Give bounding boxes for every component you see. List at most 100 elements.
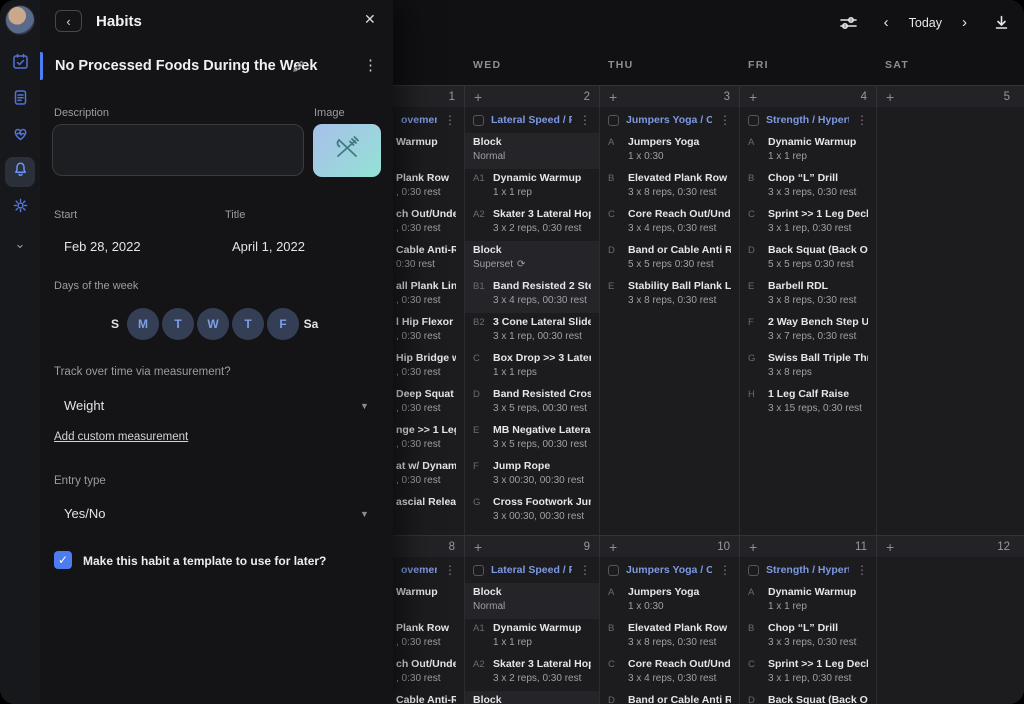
measurement-select[interactable]: Weight — [64, 398, 104, 413]
start-date-field[interactable]: Feb 28, 2022 — [64, 239, 141, 254]
exercise-row[interactable]: BElevated Plank Row3 x 8 reps, 0:30 rest — [600, 619, 739, 655]
add-workout-button[interactable]: + — [474, 540, 482, 554]
exercise-row[interactable]: Plank Row, 0:30 rest — [393, 169, 464, 205]
block-row[interactable]: BlockNormal — [465, 583, 599, 619]
description-input[interactable] — [52, 124, 304, 176]
exercise-row[interactable]: Cable Anti-Rotati...0:30 rest — [393, 691, 464, 704]
exercise-row[interactable]: DBack Squat (Back Off Set)5 x 5 reps 0:3… — [740, 241, 876, 277]
workout-kebab-menu-icon[interactable]: ⋮ — [719, 563, 731, 577]
exercise-row[interactable]: EMB Negative Lateral Hop...3 x 5 reps, 0… — [465, 421, 599, 457]
exercise-row[interactable]: CSprint >> 1 Leg Declarations3 x 1 rep, … — [740, 655, 876, 691]
today-button[interactable]: Today — [909, 16, 942, 30]
workout-kebab-menu-icon[interactable]: ⋮ — [856, 113, 868, 127]
entry-type-caret-icon[interactable]: ▼ — [360, 509, 369, 519]
exercise-row[interactable]: Cable Anti-Rotati...0:30 rest — [393, 241, 464, 277]
sidebar-item-health[interactable] — [5, 121, 35, 151]
exercise-row[interactable]: Deep Squat Mo..., 0:30 rest — [393, 385, 464, 421]
measurement-caret-icon[interactable]: ▼ — [360, 401, 369, 411]
exercise-row[interactable]: BChop “L” Drill3 x 3 reps, 0:30 rest — [740, 169, 876, 205]
sidebar-item-documents[interactable] — [5, 85, 35, 115]
workout-checkbox[interactable] — [473, 565, 484, 576]
exercise-row[interactable]: l Hip Flexor Rais..., 0:30 rest — [393, 313, 464, 349]
exercise-row[interactable]: ch Out/Under, 0:30 rest — [393, 655, 464, 691]
workout-kebab-menu-icon[interactable]: ⋮ — [719, 113, 731, 127]
exercise-row[interactable]: CCore Reach Out/Under3 x 4 reps, 0:30 re… — [600, 205, 739, 241]
exercise-row[interactable]: Warmup — [393, 583, 464, 619]
exercise-row[interactable]: B1Band Resisted 2 Step Late...3 x 4 reps… — [465, 277, 599, 313]
exercise-row[interactable]: DBack Squat (Back Off Set)5 x 5 reps 0:3… — [740, 691, 876, 704]
add-workout-button[interactable]: + — [609, 540, 617, 554]
avatar[interactable] — [5, 5, 35, 35]
sidebar-item-calendar[interactable] — [5, 49, 35, 79]
exercise-row[interactable]: CSprint >> 1 Leg Declarations3 x 1 rep, … — [740, 205, 876, 241]
exercise-row[interactable]: F2 Way Bench Step Up3 x 7 reps, 0:30 res… — [740, 313, 876, 349]
exercise-row[interactable]: A1Dynamic Warmup1 x 1 rep — [465, 619, 599, 655]
workout-kebab-menu-icon[interactable]: ⋮ — [579, 113, 591, 127]
block-row[interactable]: BlockSuperset⟳ — [465, 241, 599, 277]
workout-title[interactable]: Strength / Hypertro... — [766, 564, 849, 576]
exercise-row[interactable]: BElevated Plank Row3 x 8 reps, 0:30 rest — [600, 169, 739, 205]
exercise-row[interactable]: B23 Cone Lateral Slide3 x 1 rep, 00:30 r… — [465, 313, 599, 349]
exercise-row[interactable]: at w/ Dynamic P..., 0:30 rest — [393, 457, 464, 493]
exercise-row[interactable]: H1 Leg Calf Raise3 x 15 reps, 0:30 rest — [740, 385, 876, 421]
workout-title[interactable]: ovement Q... — [401, 114, 437, 126]
sidebar-item-notifications[interactable] — [5, 157, 35, 187]
workout-checkbox[interactable] — [748, 115, 759, 126]
workout-checkbox[interactable] — [608, 565, 619, 576]
template-checkbox[interactable]: ✓ — [54, 551, 72, 569]
workout-title[interactable]: Lateral Speed / Plyo — [491, 114, 572, 126]
add-workout-button[interactable]: + — [886, 90, 894, 104]
habit-image-thumbnail[interactable] — [313, 124, 381, 177]
exercise-row[interactable]: AJumpers Yoga1 x 0:30 — [600, 583, 739, 619]
download-icon[interactable] — [993, 14, 1010, 31]
next-week-button[interactable]: › — [962, 15, 967, 30]
close-icon[interactable]: ✕ — [364, 11, 376, 28]
exercise-row[interactable]: ascial Release C... — [393, 493, 464, 529]
exercise-row[interactable]: ch Out/Under, 0:30 rest — [393, 205, 464, 241]
back-button[interactable]: ‹ — [55, 10, 82, 32]
exercise-row[interactable]: A2Skater 3 Lateral Hops >> ...3 x 2 reps… — [465, 205, 599, 241]
workout-kebab-menu-icon[interactable]: ⋮ — [444, 563, 456, 577]
exercise-row[interactable]: EBarbell RDL3 x 8 reps, 0:30 rest — [740, 277, 876, 313]
exercise-row[interactable]: DBand or Cable Anti Rotati...5 x 5 reps … — [600, 241, 739, 277]
exercise-row[interactable]: FJump Rope3 x 00:30, 00:30 rest — [465, 457, 599, 493]
workout-title[interactable]: Strength / Hypertro... — [766, 114, 849, 126]
exercise-row[interactable]: ADynamic Warmup1 x 1 rep — [740, 583, 876, 619]
sidebar-item-settings[interactable] — [5, 193, 35, 223]
exercise-row[interactable]: GSwiss Ball Triple Threat3 x 8 reps — [740, 349, 876, 385]
edit-pencil-icon[interactable] — [292, 58, 307, 78]
day-toggle-f[interactable]: F — [267, 308, 299, 340]
filters-icon[interactable] — [839, 15, 858, 31]
day-toggle-m[interactable]: M — [127, 308, 159, 340]
exercise-row[interactable]: A1Dynamic Warmup1 x 1 rep — [465, 169, 599, 205]
add-workout-button[interactable]: + — [609, 90, 617, 104]
exercise-row[interactable]: CBox Drop >> 3 Lateral H...1 x 1 reps — [465, 349, 599, 385]
add-custom-measurement-link[interactable]: Add custom measurement — [54, 431, 188, 443]
exercise-row[interactable]: DBand Resisted Crossover...3 x 5 reps, 0… — [465, 385, 599, 421]
block-row[interactable]: BlockNormal — [465, 133, 599, 169]
workout-kebab-menu-icon[interactable]: ⋮ — [444, 113, 456, 127]
day-toggle-s[interactable]: S — [106, 308, 124, 340]
exercise-row[interactable]: Warmup — [393, 133, 464, 169]
workout-kebab-menu-icon[interactable]: ⋮ — [579, 563, 591, 577]
sidebar-expand[interactable]: ⌄ — [5, 229, 35, 259]
add-workout-button[interactable]: + — [474, 90, 482, 104]
workout-title[interactable]: Jumpers Yoga / Core — [626, 114, 712, 126]
exercise-row[interactable]: Plank Row, 0:30 rest — [393, 619, 464, 655]
habit-kebab-menu-icon[interactable]: ⋮ — [363, 56, 378, 74]
add-workout-button[interactable]: + — [749, 90, 757, 104]
end-date-field[interactable]: April 1, 2022 — [232, 239, 305, 254]
exercise-row[interactable]: ADynamic Warmup1 x 1 rep — [740, 133, 876, 169]
workout-title[interactable]: Jumpers Yoga / Core — [626, 564, 712, 576]
exercise-row[interactable]: CCore Reach Out/Under3 x 4 reps, 0:30 re… — [600, 655, 739, 691]
exercise-row[interactable]: nge >> 1 Leg St..., 0:30 rest — [393, 421, 464, 457]
entry-type-select[interactable]: Yes/No — [64, 506, 105, 521]
add-workout-button[interactable]: + — [886, 540, 894, 554]
workout-title[interactable]: Lateral Speed / Plyo — [491, 564, 572, 576]
day-toggle-sa[interactable]: Sa — [302, 308, 320, 340]
day-toggle-t[interactable]: T — [162, 308, 194, 340]
prev-week-button[interactable]: ‹ — [884, 15, 889, 30]
exercise-row[interactable]: DBand or Cable Anti Rotati...5 x 5 reps … — [600, 691, 739, 704]
exercise-row[interactable]: GCross Footwork Jump Rope3 x 00:30, 00:3… — [465, 493, 599, 529]
exercise-row[interactable]: all Plank Linear ..., 0:30 rest — [393, 277, 464, 313]
